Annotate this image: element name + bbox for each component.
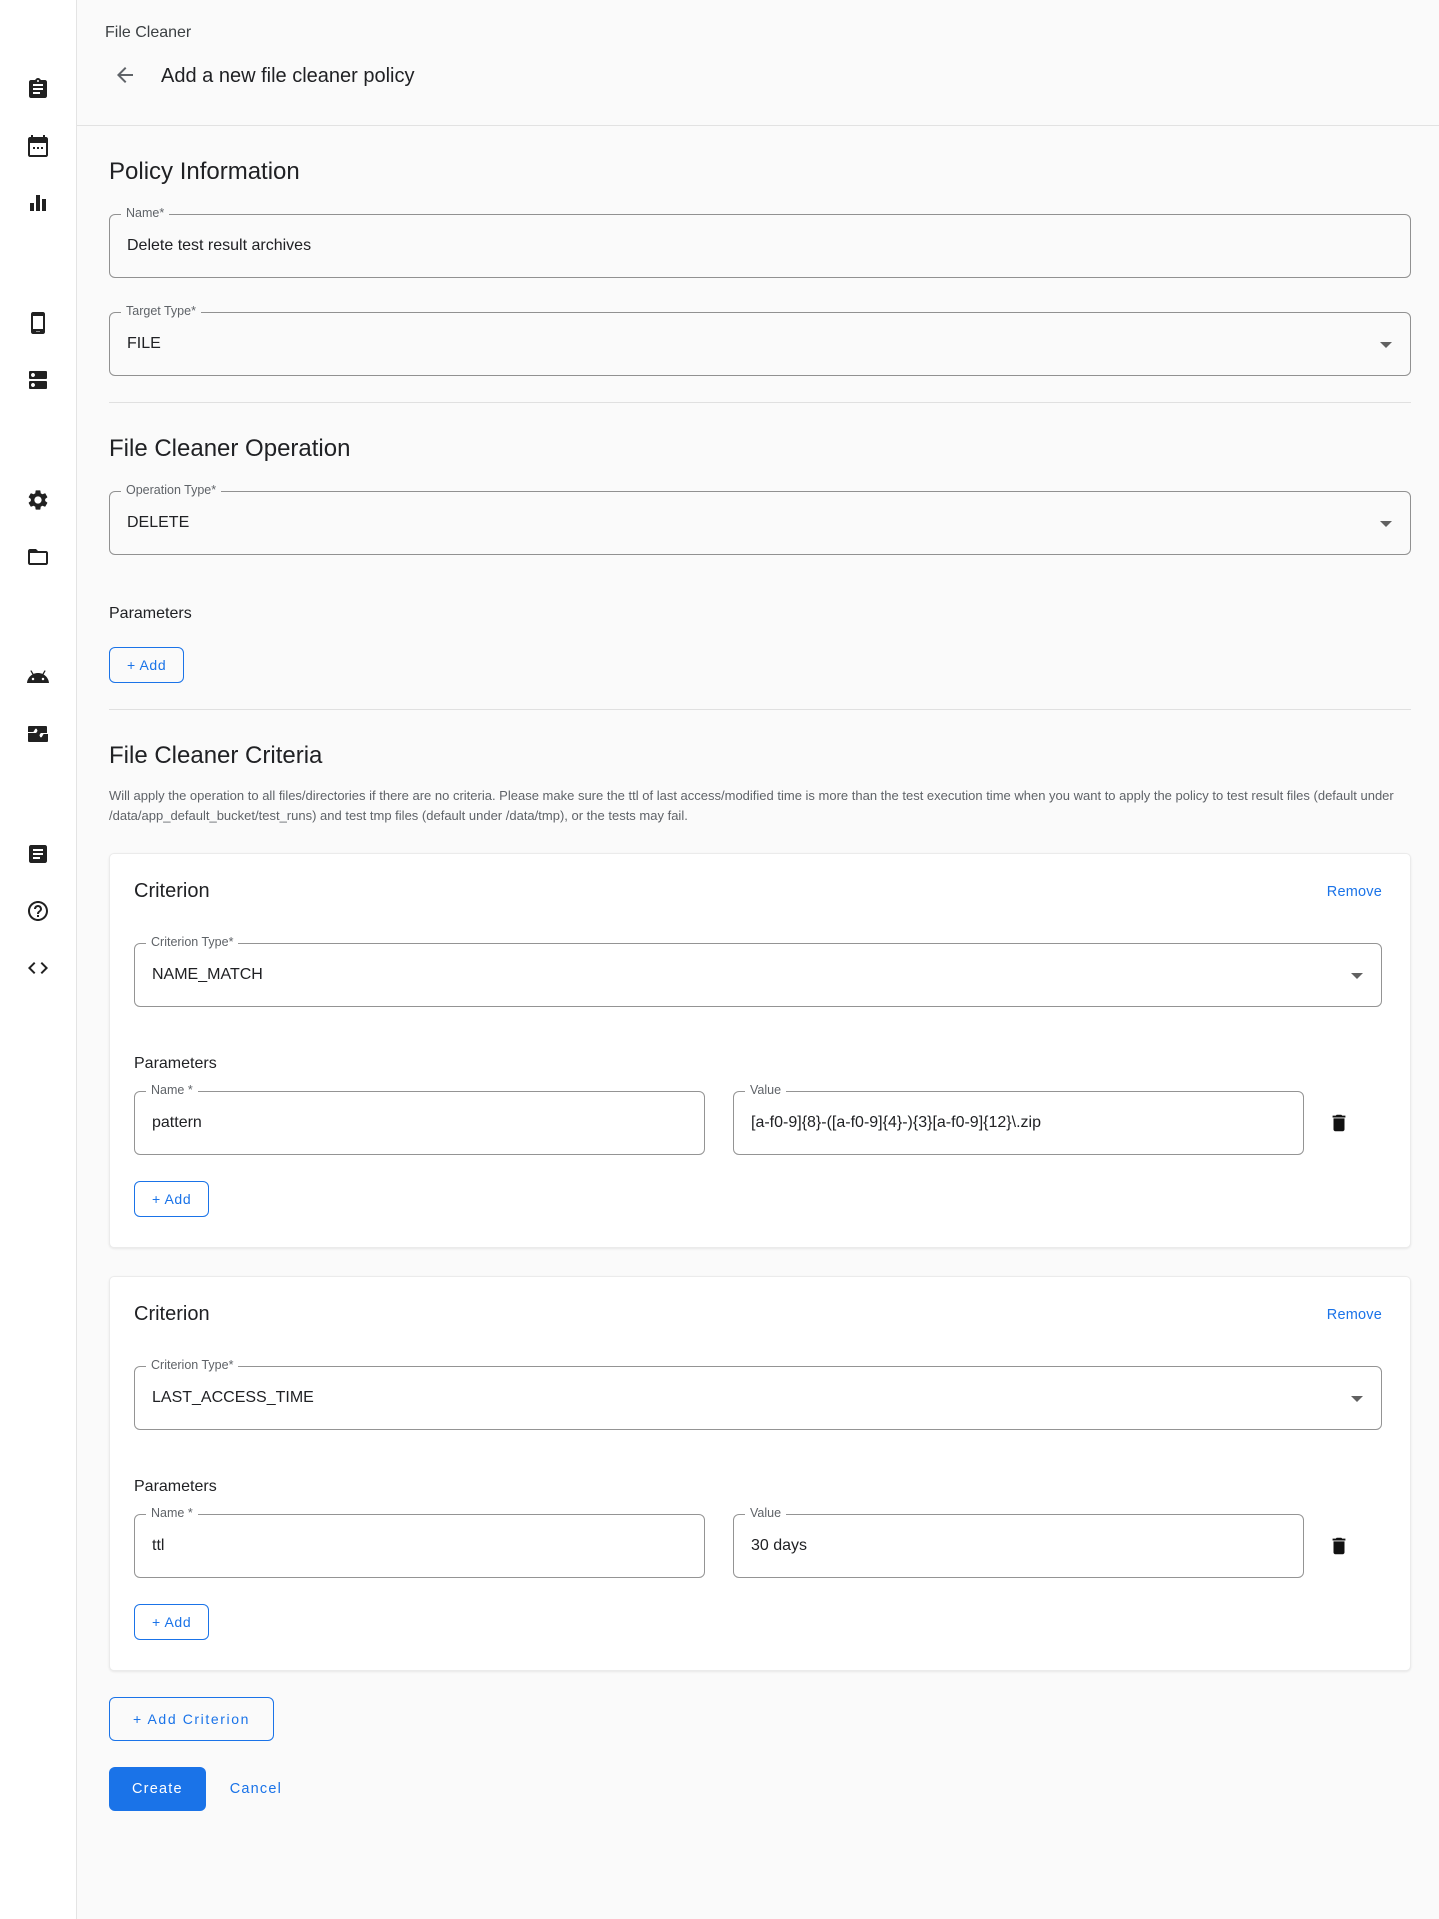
policy-name-label: Name* bbox=[121, 206, 169, 220]
parameter-value-input[interactable] bbox=[751, 1537, 1286, 1555]
section-divider bbox=[109, 709, 1411, 710]
sidebar-item-docs[interactable] bbox=[26, 842, 50, 866]
back-button[interactable] bbox=[105, 56, 145, 96]
page-title: Add a new file cleaner policy bbox=[161, 65, 414, 88]
dropdown-arrow-icon bbox=[1351, 1396, 1363, 1402]
parameter-row: Name * Value bbox=[134, 1091, 1382, 1155]
policy-name-input[interactable] bbox=[127, 237, 1393, 255]
parameter-name-label: Name * bbox=[146, 1506, 198, 1520]
target-type-select[interactable]: Target Type* FILE bbox=[109, 312, 1411, 376]
form-actions: Create Cancel bbox=[109, 1767, 1411, 1811]
sidebar-item-tests[interactable] bbox=[26, 77, 50, 101]
operation-title: File Cleaner Operation bbox=[109, 435, 1411, 463]
criterion-type-value: NAME_MATCH bbox=[152, 966, 263, 984]
sidebar-item-file-browser[interactable] bbox=[26, 545, 50, 569]
criterion-card-header: Criterion Remove bbox=[134, 880, 1382, 903]
android-icon bbox=[26, 665, 50, 689]
target-type-label: Target Type* bbox=[121, 304, 201, 318]
criterion-type-label: Criterion Type* bbox=[146, 1358, 238, 1372]
parameter-value-field[interactable]: Value bbox=[733, 1514, 1304, 1578]
sidebar-item-results[interactable] bbox=[26, 191, 50, 215]
criterion-card-header: Criterion Remove bbox=[134, 1303, 1382, 1326]
operation-type-label: Operation Type* bbox=[121, 483, 221, 497]
operation-type-select[interactable]: Operation Type* DELETE bbox=[109, 491, 1411, 555]
add-criterion-button[interactable]: + Add Criterion bbox=[109, 1697, 274, 1741]
criterion-parameters-title: Parameters bbox=[134, 1478, 1382, 1496]
bar-chart-icon bbox=[26, 191, 50, 215]
parameter-name-field[interactable]: Name * bbox=[134, 1514, 705, 1578]
page-header: File Cleaner Add a new file cleaner poli… bbox=[77, 0, 1439, 126]
folder-icon bbox=[26, 545, 50, 569]
parameter-name-input[interactable] bbox=[152, 1537, 687, 1555]
criterion-card: Criterion Remove Criterion Type* LAST_AC… bbox=[109, 1276, 1411, 1671]
remove-criterion-link[interactable]: Remove bbox=[1327, 1307, 1382, 1323]
form-content: Policy Information Name* Target Type* FI… bbox=[77, 126, 1439, 1919]
criterion-card: Criterion Remove Criterion Type* NAME_MA… bbox=[109, 853, 1411, 1248]
create-button[interactable]: Create bbox=[109, 1767, 206, 1811]
section-policy-information: Policy Information Name* Target Type* FI… bbox=[109, 158, 1411, 376]
dns-icon bbox=[26, 368, 50, 392]
parameter-row: Name * Value bbox=[134, 1514, 1382, 1578]
policy-name-field[interactable]: Name* bbox=[109, 214, 1411, 278]
criterion-parameters-title: Parameters bbox=[134, 1055, 1382, 1073]
criterion-type-select[interactable]: Criterion Type* LAST_ACCESS_TIME bbox=[134, 1366, 1382, 1430]
trash-icon bbox=[1328, 1112, 1352, 1134]
criteria-title: File Cleaner Criteria bbox=[109, 742, 1411, 770]
sidebar bbox=[0, 0, 77, 1919]
sidebar-item-devices[interactable] bbox=[26, 311, 50, 335]
sidebar-item-monitoring[interactable] bbox=[26, 722, 50, 746]
sidebar-item-settings[interactable] bbox=[26, 488, 50, 512]
calendar-icon bbox=[26, 134, 50, 158]
arrow-back-icon bbox=[113, 63, 137, 90]
criterion-title: Criterion bbox=[134, 1303, 210, 1326]
sidebar-item-hosts[interactable] bbox=[26, 368, 50, 392]
sidebar-item-plans[interactable] bbox=[26, 134, 50, 158]
operation-type-value: DELETE bbox=[127, 514, 189, 532]
policy-information-title: Policy Information bbox=[109, 158, 1411, 186]
target-type-value: FILE bbox=[127, 335, 161, 353]
parameter-value-field[interactable]: Value bbox=[733, 1091, 1304, 1155]
section-criteria: File Cleaner Criteria Will apply the ope… bbox=[109, 742, 1411, 1811]
settings-icon bbox=[26, 488, 50, 512]
criterion-type-value: LAST_ACCESS_TIME bbox=[152, 1389, 314, 1407]
cancel-button[interactable]: Cancel bbox=[220, 1767, 292, 1811]
section-divider bbox=[109, 402, 1411, 403]
operation-add-parameter-button[interactable]: + Add bbox=[109, 647, 184, 683]
article-icon bbox=[26, 842, 50, 866]
sidebar-item-android[interactable] bbox=[26, 665, 50, 689]
dropdown-arrow-icon bbox=[1380, 521, 1392, 527]
smartphone-icon bbox=[26, 311, 50, 335]
help-icon bbox=[26, 899, 50, 923]
parameter-value-input[interactable] bbox=[751, 1114, 1286, 1132]
section-operation: File Cleaner Operation Operation Type* D… bbox=[109, 435, 1411, 683]
criteria-description: Will apply the operation to all files/di… bbox=[109, 786, 1411, 825]
app-title: File Cleaner bbox=[105, 24, 1411, 42]
criterion-type-select[interactable]: Criterion Type* NAME_MATCH bbox=[134, 943, 1382, 1007]
criterion-add-parameter-button[interactable]: + Add bbox=[134, 1181, 209, 1217]
delete-parameter-button[interactable] bbox=[1328, 1111, 1352, 1135]
sidebar-item-help[interactable] bbox=[26, 899, 50, 923]
dropdown-arrow-icon bbox=[1380, 342, 1392, 348]
remove-criterion-link[interactable]: Remove bbox=[1327, 884, 1382, 900]
criterion-type-label: Criterion Type* bbox=[146, 935, 238, 949]
title-row: Add a new file cleaner policy bbox=[105, 56, 1411, 96]
main-column: File Cleaner Add a new file cleaner poli… bbox=[77, 0, 1439, 1919]
parameter-value-label: Value bbox=[745, 1506, 786, 1520]
trash-icon bbox=[1328, 1535, 1352, 1557]
parameter-name-label: Name * bbox=[146, 1083, 198, 1097]
code-icon bbox=[26, 956, 50, 980]
operation-parameters-title: Parameters bbox=[109, 605, 1411, 623]
criterion-add-parameter-button[interactable]: + Add bbox=[134, 1604, 209, 1640]
clipboard-icon bbox=[26, 77, 50, 101]
parameter-name-field[interactable]: Name * bbox=[134, 1091, 705, 1155]
parameter-name-input[interactable] bbox=[152, 1114, 687, 1132]
add-criterion-row: + Add Criterion bbox=[109, 1697, 1411, 1741]
parameter-value-label: Value bbox=[745, 1083, 786, 1097]
activity-icon bbox=[26, 722, 50, 746]
criterion-title: Criterion bbox=[134, 880, 210, 903]
delete-parameter-button[interactable] bbox=[1328, 1534, 1352, 1558]
dropdown-arrow-icon bbox=[1351, 973, 1363, 979]
sidebar-item-api[interactable] bbox=[26, 956, 50, 980]
